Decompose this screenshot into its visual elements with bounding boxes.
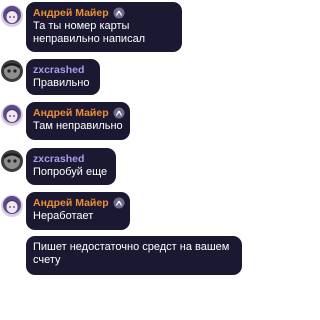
message-text: Пишет недостаточно средст на вашем счету <box>33 241 233 266</box>
message-author[interactable]: zxcrashed <box>33 63 84 77</box>
andrey-avatar-icon[interactable] <box>1 195 23 217</box>
zxcrashed-avatar-icon[interactable] <box>1 60 23 82</box>
message-text: Неработает <box>33 210 94 222</box>
message-bubble: Андрей Майер Та ты номер карты неправиль… <box>26 2 182 52</box>
message-bubble: zxcrashed Попробуй еще <box>26 148 116 185</box>
message-bubble: Пишет недостаточно средст на вашем счету <box>26 236 242 275</box>
andrey-avatar-icon[interactable] <box>1 5 23 27</box>
message-text: Та ты номер карты неправильно написал <box>33 20 146 45</box>
admin-badge-icon <box>113 197 125 209</box>
message-text: Там неправильно <box>33 120 123 132</box>
message-author[interactable]: Андрей Майер <box>33 6 109 20</box>
zxcrashed-avatar-icon[interactable] <box>1 150 23 172</box>
andrey-avatar-icon[interactable] <box>1 104 23 126</box>
message-author[interactable]: Андрей Майер <box>33 196 109 210</box>
admin-badge-icon <box>113 107 125 119</box>
message-text: Правильно <box>33 77 90 89</box>
message-author[interactable]: Андрей Майер <box>33 106 109 120</box>
message-bubble: Андрей Майер Неработает <box>26 192 130 230</box>
message-bubble: Андрей Майер Там неправильно <box>26 102 130 140</box>
message-bubble: zxcrashed Правильно <box>26 59 100 95</box>
message-author[interactable]: zxcrashed <box>33 152 84 166</box>
admin-badge-icon <box>113 7 125 19</box>
message-text: Попробуй еще <box>33 166 108 178</box>
